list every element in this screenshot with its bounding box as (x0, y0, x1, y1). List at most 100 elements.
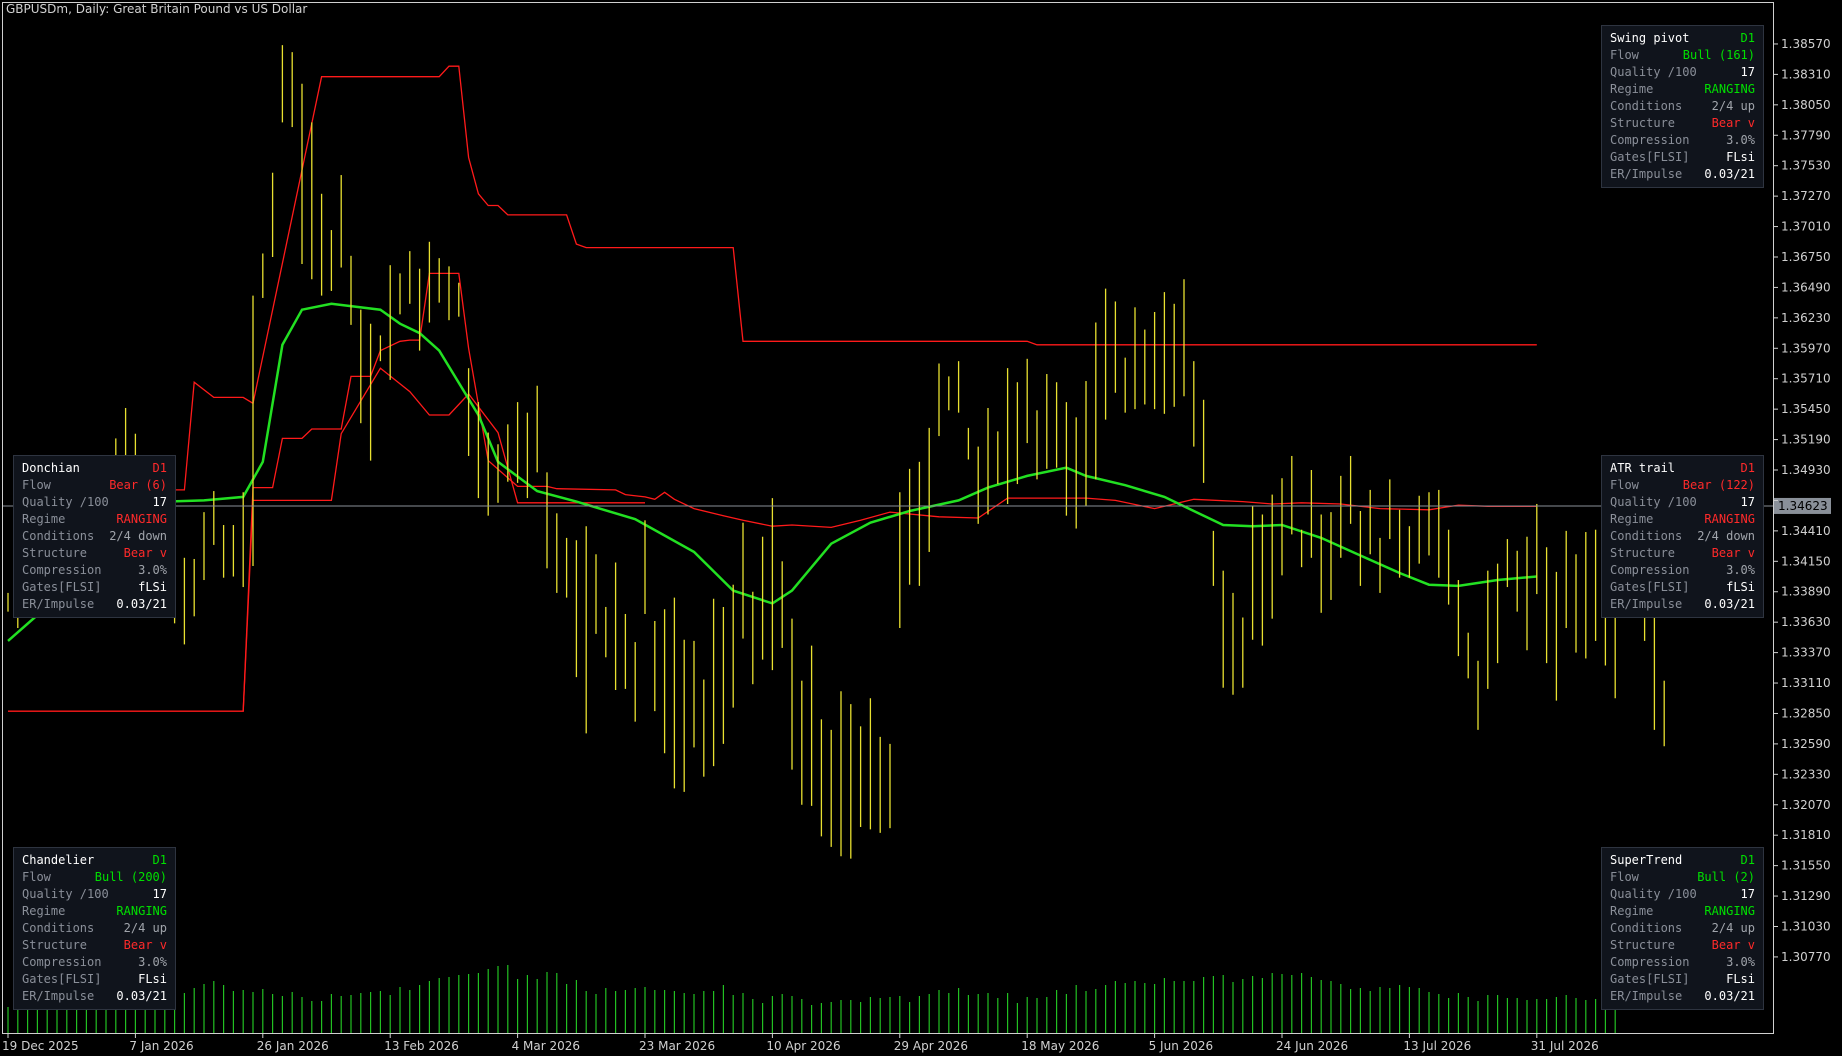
x-tick-label: 26 Jan 2026 (257, 1039, 329, 1053)
panel-row-label: ER/Impulse (1610, 167, 1683, 181)
y-tick-label: 1.32070 (1781, 798, 1831, 812)
panel-row: Gates[FLSI] fLSi (1610, 579, 1755, 596)
panel-row: Gates[FLSI] FLsi (1610, 149, 1755, 166)
panel-row: Quality /100 17 (1610, 64, 1755, 81)
y-tick-label: 1.35970 (1781, 341, 1831, 355)
panel-row: Compression 3.0% (22, 954, 167, 971)
panel-row: Compression 3.0% (22, 562, 167, 579)
y-tick-label: 1.37530 (1781, 159, 1831, 173)
y-tick-label: 1.31550 (1781, 859, 1831, 873)
panel-row: Compression 3.0% (1610, 562, 1755, 579)
panel-row-label: Quality /100 (1610, 887, 1697, 901)
panel-row: Structure Bear v (1610, 115, 1755, 132)
panel-row-label: Conditions (1610, 921, 1683, 935)
y-tick-label: 1.31810 (1781, 828, 1831, 842)
panel-row: ER/Impulse 0.03/21 (1610, 596, 1755, 613)
y-tick-label: 1.31030 (1781, 919, 1831, 933)
panel-row-value: fLSi (138, 580, 167, 594)
panel-timeframe: D1 (1740, 853, 1755, 867)
panel-row-value: Bull (2) (1697, 870, 1755, 884)
panel-row-label: Compression (1610, 955, 1690, 969)
panel-row: Regime RANGING (22, 903, 167, 920)
x-tick-label: 10 Apr 2026 (766, 1039, 840, 1053)
panel-timeframe: D1 (152, 461, 167, 475)
panel-row-label: Gates[FLSI] (1610, 972, 1690, 986)
panel-header: ATR trail D1 (1610, 460, 1755, 477)
x-tick-label: 5 Jun 2026 (1149, 1039, 1214, 1053)
panel-row: Regime RANGING (1610, 81, 1755, 98)
y-tick-label: 1.34150 (1781, 554, 1831, 568)
y-tick-label: 1.36750 (1781, 250, 1831, 264)
panel-row: Structure Bear v (22, 937, 167, 954)
panel-row: Flow Bear (6) (22, 477, 167, 494)
y-tick-label: 1.32850 (1781, 706, 1831, 720)
panel-row-value: 0.03/21 (1704, 167, 1755, 181)
panel-row: Quality /100 17 (22, 494, 167, 511)
panel-row-label: Structure (1610, 116, 1676, 130)
panel-row-value: RANGING (1704, 82, 1755, 96)
panel-row-label: Structure (22, 938, 88, 952)
panel-row-label: Quality /100 (1610, 65, 1697, 79)
panel-row: Structure Bear v (1610, 545, 1755, 562)
y-tick-label: 1.31290 (1781, 889, 1831, 903)
panel-row-value: Bull (161) (1682, 48, 1755, 62)
panel-row-label: Compression (22, 563, 102, 577)
panel-row-value: Bear (122) (1682, 478, 1755, 492)
panel-row-label: Quality /100 (22, 495, 109, 509)
panel-row-value: 3.0% (1726, 133, 1755, 147)
panel-title: ATR trail (1610, 461, 1676, 475)
panel-row-value: fLSi (1726, 580, 1755, 594)
y-tick-label: 1.37270 (1781, 189, 1831, 203)
y-tick-label: 1.33370 (1781, 646, 1831, 660)
panel-row-value: 3.0% (1726, 563, 1755, 577)
panel-header: Donchian D1 (22, 460, 167, 477)
indicator-panel-donchian: Donchian D1 Flow Bear (6) Quality /100 17 Regi… (13, 455, 176, 618)
panel-row-label: Structure (22, 546, 88, 560)
y-tick-label: 1.34930 (1781, 463, 1831, 477)
panel-row-value: 0.03/21 (116, 989, 167, 1003)
panel-row-label: Structure (1610, 546, 1676, 560)
panel-row-value: 3.0% (1726, 955, 1755, 969)
panel-row-label: Quality /100 (1610, 495, 1697, 509)
panel-row-value: 3.0% (138, 955, 167, 969)
panel-row: Conditions 2/4 down (22, 528, 167, 545)
panel-row-value: 17 (1740, 887, 1755, 901)
panel-row-label: Flow (1610, 478, 1639, 492)
indicator-panel-chandelier: Chandelier D1 Flow Bull (200) Quality /100 17… (13, 847, 176, 1010)
panel-row: Regime RANGING (22, 511, 167, 528)
panel-row: Conditions 2/4 down (1610, 528, 1755, 545)
panel-row: Regime RANGING (1610, 903, 1755, 920)
y-tick-label: 1.38050 (1781, 98, 1831, 112)
x-tick-label: 18 May 2026 (1021, 1039, 1099, 1053)
y-tick-label: 1.35710 (1781, 372, 1831, 386)
panel-row-value: FLsi (1726, 972, 1755, 986)
panel-row-value: 17 (1740, 65, 1755, 79)
indicator-panel-swing-pivot: Swing pivot D1 Flow Bull (161) Quality /100 1… (1601, 25, 1764, 188)
y-tick-label: 1.37010 (1781, 220, 1831, 234)
panel-row-label: ER/Impulse (22, 597, 95, 611)
panel-row-value: 2/4 down (1697, 529, 1755, 543)
panel-row-label: Regime (1610, 512, 1654, 526)
panel-title: Swing pivot (1610, 31, 1690, 45)
x-tick-label: 4 Mar 2026 (512, 1039, 580, 1053)
panel-row-label: Flow (22, 478, 51, 492)
y-tick-label: 1.35450 (1781, 402, 1831, 416)
current-price-label: 1.34623 (1778, 499, 1828, 513)
panel-row-value: Bull (200) (94, 870, 167, 884)
panel-row-label: Compression (1610, 133, 1690, 147)
panel-row-label: Quality /100 (22, 887, 109, 901)
panel-row-value: RANGING (1704, 904, 1755, 918)
panel-timeframe: D1 (152, 853, 167, 867)
price-chart[interactable]: 1.34623 1.38570 1.38310 1.38050 1.37790 1.37… (0, 0, 1842, 1056)
panel-row-label: Conditions (22, 529, 95, 543)
panel-row-value: 0.03/21 (1704, 597, 1755, 611)
panel-title: Donchian (22, 461, 80, 475)
panel-row: Flow Bull (161) (1610, 47, 1755, 64)
panel-row-label: Flow (1610, 48, 1639, 62)
panel-row-label: Conditions (22, 921, 95, 935)
y-tick-label: 1.36490 (1781, 280, 1831, 294)
y-tick-label: 1.33890 (1781, 585, 1831, 599)
panel-row: Quality /100 17 (1610, 886, 1755, 903)
panel-row-label: Gates[FLSI] (22, 972, 102, 986)
y-tick-label: 1.33630 (1781, 615, 1831, 629)
